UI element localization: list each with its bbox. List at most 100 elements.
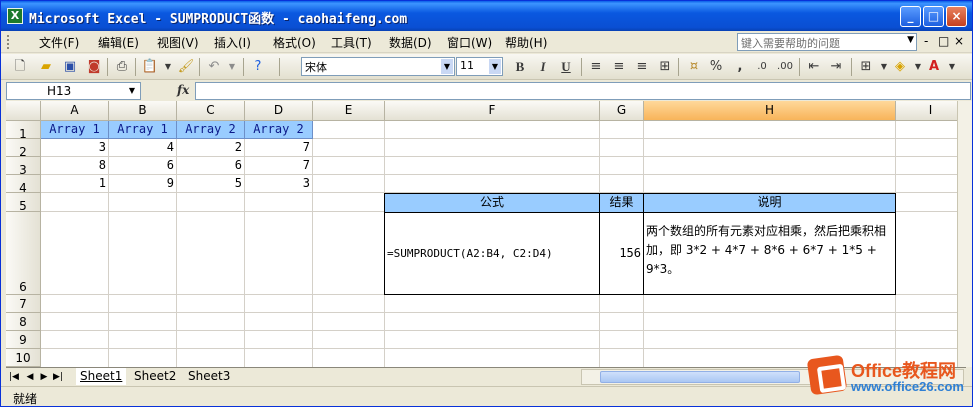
workbook-minimize-button[interactable]: - (924, 34, 928, 48)
row-header-7[interactable]: 7 (6, 295, 41, 313)
insert-function-button[interactable]: fx (177, 83, 189, 97)
borders-icon[interactable]: ⊞ (857, 58, 875, 76)
workbook-restore-button[interactable]: □ (938, 34, 949, 48)
cell-d1[interactable]: Array 2 (245, 121, 313, 139)
chevron-down-icon[interactable]: ▼ (907, 35, 914, 45)
italic-button[interactable]: I (534, 58, 552, 76)
cell-d3[interactable]: 7 (245, 157, 313, 175)
paste-icon[interactable]: 📋 (141, 58, 159, 76)
chevron-down-icon[interactable]: ▼ (489, 59, 501, 74)
tab-sheet2[interactable]: Sheet2 (130, 368, 180, 385)
cell-b1[interactable]: Array 1 (109, 121, 177, 139)
cell-c3[interactable]: 6 (177, 157, 245, 175)
worksheet-grid[interactable]: A B C D E F G H I 1 2 3 4 5 6 7 8 9 10 A… (6, 101, 966, 367)
excel-app-icon[interactable]: X (7, 8, 23, 24)
column-header-e[interactable]: E (313, 101, 385, 121)
menu-file[interactable]: 文件(F) (39, 34, 79, 51)
tab-sheet1[interactable]: Sheet1 (76, 368, 127, 385)
select-all-corner[interactable] (6, 101, 41, 121)
menu-tools[interactable]: 工具(T) (331, 34, 372, 51)
next-sheet-icon[interactable]: ▶ (38, 370, 50, 384)
comma-button[interactable]: , (731, 58, 749, 76)
font-size-select[interactable]: 11 ▼ (456, 57, 503, 76)
row-header-8[interactable]: 8 (6, 313, 41, 331)
vertical-scrollbar[interactable] (957, 101, 972, 367)
minimize-button[interactable]: _ (900, 6, 921, 27)
horizontal-scroll-thumb[interactable] (600, 371, 800, 383)
cell-a1[interactable]: Array 1 (41, 121, 109, 139)
cell-g6[interactable]: 156 (599, 212, 644, 295)
font-name-select[interactable]: 宋体 ▼ (301, 57, 455, 76)
menu-insert[interactable]: 插入(I) (214, 34, 251, 51)
chevron-down-icon[interactable]: ▼ (125, 84, 139, 98)
last-sheet-icon[interactable]: ▶| (52, 370, 64, 384)
permission-icon[interactable]: ◙ (85, 58, 103, 76)
cell-a4[interactable]: 1 (41, 175, 109, 193)
new-document-icon[interactable]: 🗋 (11, 58, 29, 76)
undo-icon[interactable]: ↶ (205, 58, 223, 76)
row-header-6[interactable]: 6 (6, 212, 41, 295)
row-header-5[interactable]: 5 (6, 193, 41, 213)
percent-button[interactable]: % (707, 58, 725, 76)
cell-h5[interactable]: 说明 (643, 193, 896, 213)
cell-d2[interactable]: 7 (245, 139, 313, 157)
row-header-2[interactable]: 2 (6, 139, 41, 159)
cell-g5[interactable]: 结果 (599, 193, 644, 213)
decrease-decimal-icon[interactable]: .00 (776, 58, 794, 76)
cell-c1[interactable]: Array 2 (177, 121, 245, 139)
prev-sheet-icon[interactable]: ◀ (24, 370, 36, 384)
maximize-button[interactable]: □ (923, 6, 944, 27)
help-icon[interactable]: ? (249, 58, 267, 76)
close-button[interactable]: × (946, 6, 967, 27)
column-header-a[interactable]: A (41, 101, 109, 121)
chevron-down-icon[interactable]: ▼ (441, 59, 453, 74)
cell-b2[interactable]: 4 (109, 139, 177, 157)
menu-data[interactable]: 数据(D) (389, 34, 432, 51)
font-color-icon[interactable]: A (925, 58, 943, 76)
name-box[interactable]: H13 ▼ (6, 82, 141, 100)
align-center-icon[interactable]: ≡ (610, 58, 628, 76)
open-folder-icon[interactable]: ▰ (37, 58, 55, 76)
cell-a2[interactable]: 3 (41, 139, 109, 157)
menu-window[interactable]: 窗口(W) (447, 34, 492, 51)
cell-f5[interactable]: 公式 (384, 193, 600, 213)
help-question-input[interactable]: 键入需要帮助的问题 ▼ (737, 33, 917, 51)
underline-button[interactable]: U (557, 58, 575, 76)
currency-icon[interactable]: ¤ (685, 58, 703, 76)
format-painter-icon[interactable]: 🖌 (177, 58, 195, 76)
cell-f6[interactable]: =SUMPRODUCT(A2:B4, C2:D4) (384, 212, 600, 295)
align-left-icon[interactable]: ≡ (587, 58, 605, 76)
cell-h6[interactable]: 两个数组的所有元素对应相乘，然后把乘积相加，即 3*2 + 4*7 + 8*6 … (643, 212, 896, 295)
column-header-d[interactable]: D (245, 101, 313, 121)
cell-d4[interactable]: 3 (245, 175, 313, 193)
chevron-down-icon[interactable]: ▼ (159, 58, 177, 76)
row-header-4[interactable]: 4 (6, 175, 41, 195)
formula-input[interactable] (195, 82, 971, 100)
chevron-down-icon[interactable]: ▼ (943, 58, 961, 76)
column-header-g[interactable]: G (600, 101, 644, 121)
column-header-f[interactable]: F (385, 101, 600, 121)
menubar-grip-icon[interactable] (7, 35, 17, 49)
menu-help[interactable]: 帮助(H) (505, 34, 547, 51)
row-header-3[interactable]: 3 (6, 157, 41, 177)
align-right-icon[interactable]: ≡ (633, 58, 651, 76)
menu-format[interactable]: 格式(O) (273, 34, 316, 51)
increase-indent-icon[interactable]: ⇥ (827, 58, 845, 76)
cell-b3[interactable]: 6 (109, 157, 177, 175)
column-header-c[interactable]: C (177, 101, 245, 121)
row-header-9[interactable]: 9 (6, 331, 41, 349)
cell-a3[interactable]: 8 (41, 157, 109, 175)
bold-button[interactable]: B (511, 58, 529, 76)
cell-c4[interactable]: 5 (177, 175, 245, 193)
print-icon[interactable]: ⎙ (113, 58, 131, 76)
row-header-1[interactable]: 1 (6, 121, 41, 141)
menu-edit[interactable]: 编辑(E) (98, 34, 139, 51)
column-header-i[interactable]: I (896, 101, 966, 121)
menu-view[interactable]: 视图(V) (157, 34, 199, 51)
first-sheet-icon[interactable]: |◀ (8, 370, 20, 384)
increase-decimal-icon[interactable]: .0 (753, 58, 771, 76)
column-header-b[interactable]: B (109, 101, 177, 121)
tab-sheet3[interactable]: Sheet3 (184, 368, 234, 385)
fill-color-icon[interactable]: ◈ (891, 58, 909, 76)
decrease-indent-icon[interactable]: ⇤ (805, 58, 823, 76)
